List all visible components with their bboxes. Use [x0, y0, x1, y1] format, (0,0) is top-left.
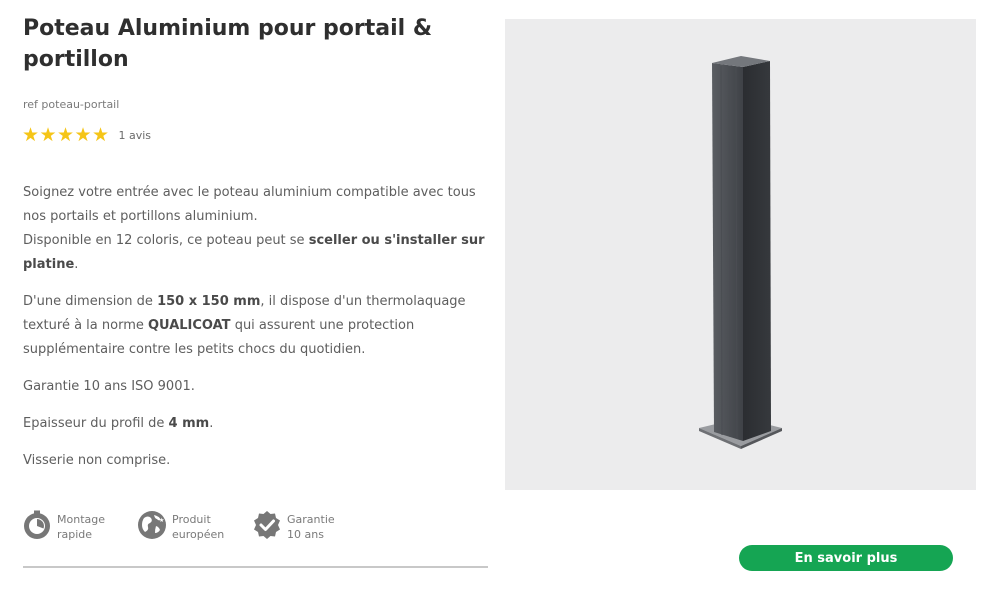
description-text: .: [74, 257, 79, 272]
description-paragraph: D'une dimension de 150 x 150 mm, il disp…: [23, 290, 488, 362]
review-count-link[interactable]: 1 avis: [119, 129, 152, 142]
feature-label-line: Garantie: [287, 513, 335, 526]
product-image: [505, 19, 976, 490]
description-paragraph: Garantie 10 ans ISO 9001.: [23, 379, 195, 394]
feature-label-line: rapide: [57, 528, 93, 541]
description-paragraph: Visserie non comprise.: [23, 453, 171, 468]
rating-stars: ★ ★ ★ ★ ★: [22, 125, 110, 145]
globe-europe-icon: ★: [138, 511, 166, 539]
product-reference: ref poteau-portail: [23, 98, 120, 111]
feature-label: Garantie 10 ans: [287, 512, 335, 542]
description-text: D'une dimension de: [23, 294, 158, 309]
star-icon: ★: [22, 124, 40, 146]
description-text: .: [209, 416, 214, 431]
feature-label: Montage rapide: [57, 512, 105, 542]
description-bold: 4 mm: [168, 416, 210, 431]
description-paragraph: Soignez votre entrée avec le poteau alum…: [23, 181, 488, 277]
description-bold: 150 x 150 mm: [157, 294, 261, 309]
aluminium-post-image: [699, 56, 782, 449]
feature-item: Garantie 10 ans: [252, 510, 367, 542]
feature-label-line: 10 ans: [287, 528, 324, 541]
description-text: Epaisseur du profil de: [23, 416, 169, 431]
section-divider: [23, 566, 488, 568]
description-bold: QUALICOAT: [148, 318, 231, 333]
feature-label-line: Produit: [172, 513, 211, 526]
product-page: Poteau Aluminium pour portail & portillo…: [0, 0, 994, 591]
feature-label: Produit européen: [172, 512, 224, 542]
product-description: Soignez votre entrée avec le poteau alum…: [23, 181, 488, 486]
product-rating[interactable]: ★ ★ ★ ★ ★ 1 avis: [22, 125, 151, 145]
product-title: Poteau Aluminium pour portail & portillo…: [23, 16, 433, 72]
badge-check-icon: [254, 511, 280, 539]
description-paragraph: Epaisseur du profil de 4 mm.: [23, 412, 488, 436]
feature-label-line: européen: [172, 528, 225, 541]
feature-label-line: Montage: [57, 513, 105, 526]
svg-text:★: ★: [159, 517, 164, 524]
learn-more-button[interactable]: En savoir plus: [739, 545, 953, 571]
feature-item: Montage rapide: [22, 510, 137, 542]
description-text: Soignez votre entrée avec le poteau alum…: [23, 185, 476, 224]
star-icon: ★: [74, 124, 92, 146]
feature-list: Montage rapide ★ Produit européen Garant…: [22, 510, 367, 542]
star-icon: ★: [92, 124, 110, 146]
star-icon: ★: [39, 124, 57, 146]
timer-icon: [24, 510, 50, 539]
star-icon: ★: [57, 124, 75, 146]
feature-item: ★ Produit européen: [137, 510, 252, 542]
description-text: Disponible en 12 coloris, ce poteau peut…: [23, 233, 309, 248]
